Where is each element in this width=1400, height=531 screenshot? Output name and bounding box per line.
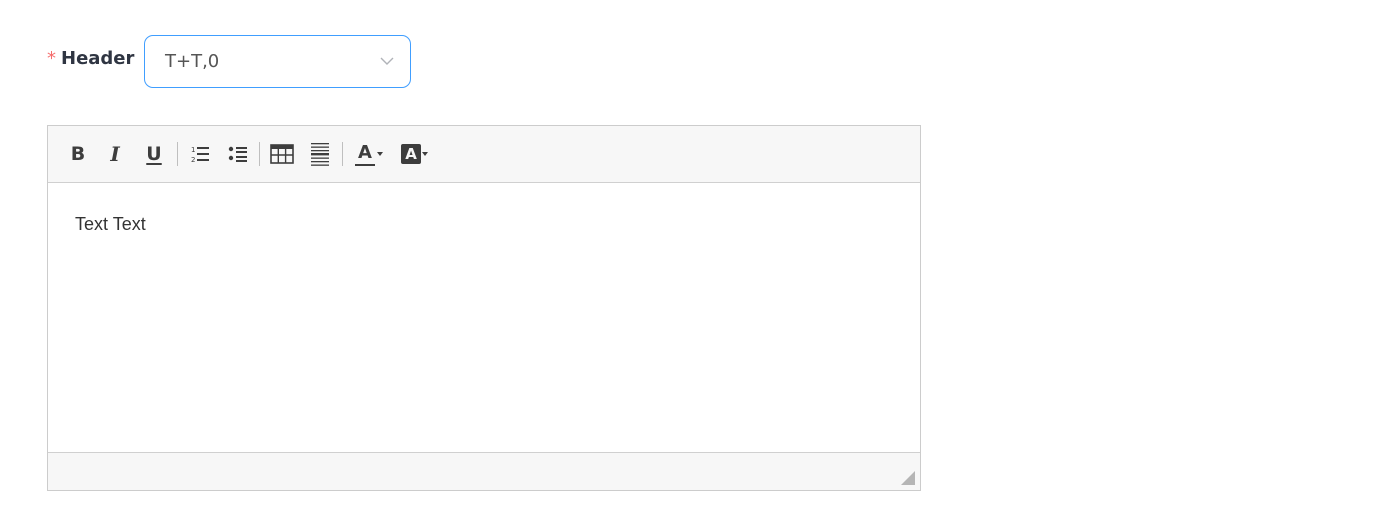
- horizontal-rule-button[interactable]: [306, 140, 334, 168]
- chevron-down-icon: [380, 57, 394, 65]
- horizontal-rule-icon: [311, 143, 329, 166]
- caret-down-icon: [377, 152, 383, 156]
- toolbar-separator: [259, 142, 260, 166]
- italic-icon: I: [110, 142, 120, 166]
- required-mark: *: [47, 48, 56, 69]
- caret-down-icon: [422, 152, 428, 156]
- toolbar-separator: [342, 142, 343, 166]
- header-select[interactable]: T+T,0: [144, 35, 411, 88]
- numbered-list-button[interactable]: 1 2: [186, 140, 214, 168]
- rich-text-editor: B I U 1 2 A A Text Text: [47, 125, 921, 491]
- header-select-value: T+T,0: [165, 51, 220, 72]
- background-color-glyph: A: [405, 145, 417, 163]
- italic-button[interactable]: I: [103, 140, 127, 168]
- editor-content-area[interactable]: Text Text: [48, 183, 920, 453]
- editor-statusbar: [48, 452, 920, 490]
- bullet-list-icon: [228, 146, 247, 162]
- text-color-button[interactable]: A: [350, 140, 388, 168]
- text-color-glyph: A: [358, 142, 372, 163]
- header-form-row: * Header T+T,0: [47, 35, 427, 90]
- underline-icon: U: [146, 143, 162, 165]
- numbered-list-icon: 1 2: [191, 146, 209, 164]
- table-icon: [270, 144, 294, 164]
- editor-content-text: Text Text: [75, 214, 146, 234]
- background-color-icon: A: [401, 144, 421, 164]
- text-color-swatch: [355, 164, 375, 166]
- background-color-button[interactable]: A: [396, 140, 434, 168]
- table-button[interactable]: [268, 140, 296, 168]
- svg-text:1: 1: [191, 146, 195, 154]
- bold-icon: B: [70, 143, 86, 165]
- header-label-text: Header: [61, 48, 135, 69]
- header-label: * Header: [47, 48, 134, 69]
- bold-button[interactable]: B: [66, 140, 90, 168]
- text-color-icon: A: [354, 141, 376, 167]
- bullet-list-button[interactable]: [224, 140, 252, 168]
- underline-button[interactable]: U: [142, 140, 166, 168]
- svg-text:2: 2: [191, 156, 195, 164]
- toolbar-separator: [177, 142, 178, 166]
- resize-handle-icon[interactable]: [901, 471, 915, 485]
- editor-toolbar: B I U 1 2 A A: [48, 126, 920, 183]
